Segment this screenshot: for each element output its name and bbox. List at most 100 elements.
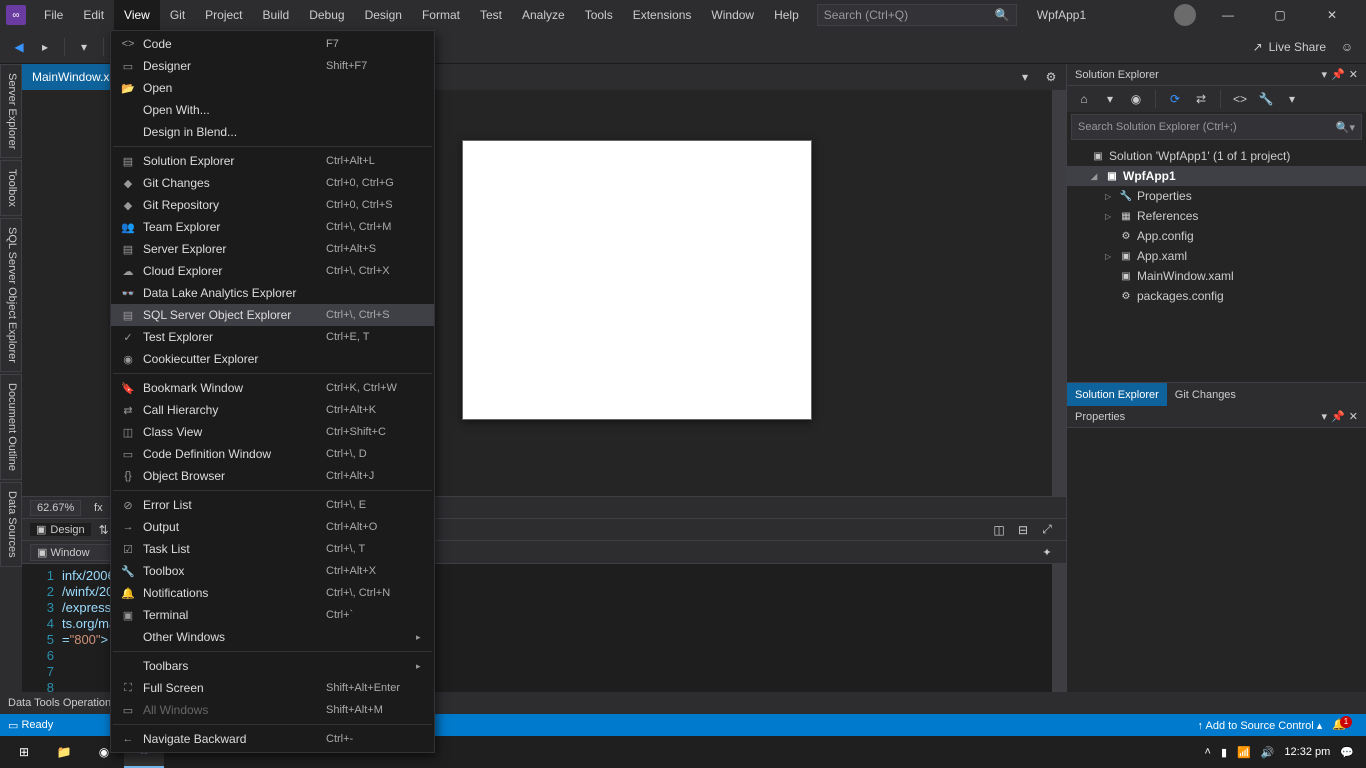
menu-item[interactable]: 🔧ToolboxCtrl+Alt+X bbox=[111, 560, 434, 582]
show-icon[interactable]: ◉ bbox=[1125, 88, 1147, 110]
refresh-icon[interactable]: ⟳ bbox=[1164, 88, 1186, 110]
start-menu-button[interactable]: ⊞ bbox=[4, 736, 44, 768]
close-button[interactable]: ✕ bbox=[1312, 0, 1352, 30]
pin-icon[interactable]: 📌 bbox=[1331, 68, 1345, 81]
menu-item[interactable]: ◫Class ViewCtrl+Shift+C bbox=[111, 421, 434, 443]
menu-analyze[interactable]: Analyze bbox=[512, 0, 575, 30]
menu-tools[interactable]: Tools bbox=[575, 0, 623, 30]
sync-icon[interactable]: ⇄ bbox=[1190, 88, 1212, 110]
menu-item[interactable]: ☑Task ListCtrl+\, T bbox=[111, 538, 434, 560]
split-icon[interactable]: ◫ bbox=[988, 519, 1010, 541]
menu-build[interactable]: Build bbox=[253, 0, 300, 30]
menu-file[interactable]: File bbox=[34, 0, 73, 30]
code-icon[interactable]: <> bbox=[1229, 88, 1251, 110]
tree-item[interactable]: ◢▣WpfApp1 bbox=[1067, 166, 1366, 186]
nav-back-icon[interactable]: ◀ bbox=[8, 36, 30, 58]
expand-icon[interactable]: ⤢ bbox=[1036, 519, 1058, 541]
menu-project[interactable]: Project bbox=[195, 0, 252, 30]
swap-icon[interactable]: ⇅ bbox=[99, 523, 109, 537]
menu-item[interactable]: ▤Solution ExplorerCtrl+Alt+L bbox=[111, 150, 434, 172]
tab-git-changes[interactable]: Git Changes bbox=[1167, 383, 1244, 407]
wifi-icon[interactable]: 📶 bbox=[1237, 746, 1251, 759]
menu-test[interactable]: Test bbox=[470, 0, 512, 30]
close-icon[interactable]: ✕ bbox=[1349, 410, 1358, 423]
menu-item[interactable]: ✓Test ExplorerCtrl+E, T bbox=[111, 326, 434, 348]
collapse-icon[interactable]: ▾ bbox=[1099, 88, 1121, 110]
menu-item[interactable]: ☁Cloud ExplorerCtrl+\, Ctrl+X bbox=[111, 260, 434, 282]
menu-item[interactable]: ⛶Full ScreenShift+Alt+Enter bbox=[111, 677, 434, 699]
tab-design[interactable]: ▣ Design bbox=[30, 523, 91, 536]
scrollbar[interactable] bbox=[1052, 90, 1066, 496]
explorer-icon[interactable]: 📁 bbox=[44, 736, 84, 768]
pin-icon[interactable]: 📌 bbox=[1331, 410, 1345, 423]
rail-tab[interactable]: Data Sources bbox=[0, 482, 22, 567]
tree-item[interactable]: ▷▦References bbox=[1067, 206, 1366, 226]
tab-solution-explorer[interactable]: Solution Explorer bbox=[1067, 383, 1167, 407]
tab-dropdown-icon[interactable]: ▾ bbox=[1014, 66, 1036, 88]
tree-item[interactable]: ▷▣App.xaml bbox=[1067, 246, 1366, 266]
menu-design[interactable]: Design bbox=[355, 0, 412, 30]
menu-item[interactable]: 🔔NotificationsCtrl+\, Ctrl+N bbox=[111, 582, 434, 604]
battery-icon[interactable]: ▮ bbox=[1221, 746, 1227, 759]
menu-item[interactable]: ◆Git RepositoryCtrl+0, Ctrl+S bbox=[111, 194, 434, 216]
tree-item[interactable]: ⚙App.config bbox=[1067, 226, 1366, 246]
chevron-down-icon[interactable]: ▾ bbox=[1281, 88, 1303, 110]
home-icon[interactable]: ⌂ bbox=[1073, 88, 1095, 110]
menu-item[interactable]: ←Navigate BackwardCtrl+- bbox=[111, 728, 434, 750]
maximize-button[interactable]: ▢ bbox=[1260, 0, 1300, 30]
menu-item[interactable]: ▤SQL Server Object ExplorerCtrl+\, Ctrl+… bbox=[111, 304, 434, 326]
menu-item[interactable]: ▭DesignerShift+F7 bbox=[111, 55, 434, 77]
tree-item[interactable]: ▣MainWindow.xaml bbox=[1067, 266, 1366, 286]
split-icon[interactable]: ⊟ bbox=[1012, 519, 1034, 541]
dropdown-icon[interactable]: ▾ bbox=[1322, 410, 1328, 423]
menu-extensions[interactable]: Extensions bbox=[623, 0, 702, 30]
volume-icon[interactable]: 🔊 bbox=[1261, 746, 1275, 759]
rail-tab[interactable]: Server Explorer bbox=[0, 64, 22, 158]
menu-item[interactable]: 📂Open bbox=[111, 77, 434, 99]
menu-window[interactable]: Window bbox=[701, 0, 764, 30]
clock[interactable]: 12:32 pm bbox=[1284, 746, 1330, 758]
menu-view[interactable]: View bbox=[114, 0, 160, 30]
menu-edit[interactable]: Edit bbox=[73, 0, 114, 30]
menu-item[interactable]: {}Object BrowserCtrl+Alt+J bbox=[111, 465, 434, 487]
menu-item[interactable]: Other Windows▸ bbox=[111, 626, 434, 648]
search-input[interactable]: Search (Ctrl+Q) 🔍 bbox=[817, 4, 1017, 26]
live-share-button[interactable]: ↗ Live Share bbox=[1253, 40, 1332, 54]
tree-item[interactable]: ▷🔧Properties bbox=[1067, 186, 1366, 206]
tree-item[interactable]: ⚙packages.config bbox=[1067, 286, 1366, 306]
menu-item[interactable]: ◉Cookiecutter Explorer bbox=[111, 348, 434, 370]
notifications-button[interactable]: 🔔1 bbox=[1332, 718, 1358, 732]
rail-tab[interactable]: SQL Server Object Explorer bbox=[0, 218, 22, 372]
menu-item[interactable]: →OutputCtrl+Alt+O bbox=[111, 516, 434, 538]
tray-up-icon[interactable]: ˄ bbox=[1205, 746, 1211, 758]
new-icon[interactable]: ▾ bbox=[73, 36, 95, 58]
feedback-icon[interactable]: ☺ bbox=[1336, 36, 1358, 58]
solution-search[interactable]: Search Solution Explorer (Ctrl+;) 🔍▾ bbox=[1071, 114, 1362, 140]
menu-item[interactable]: Toolbars▸ bbox=[111, 655, 434, 677]
menu-item[interactable]: Design in Blend... bbox=[111, 121, 434, 143]
menu-item[interactable]: ⊘Error ListCtrl+\, E bbox=[111, 494, 434, 516]
menu-item[interactable]: ◆Git ChangesCtrl+0, Ctrl+G bbox=[111, 172, 434, 194]
menu-git[interactable]: Git bbox=[160, 0, 195, 30]
wrench-icon[interactable]: 🔧 bbox=[1255, 88, 1277, 110]
minimize-button[interactable]: — bbox=[1208, 0, 1248, 30]
notification-center-icon[interactable]: 💬 bbox=[1340, 746, 1354, 759]
dropdown-icon[interactable]: ▾ bbox=[1322, 68, 1328, 81]
split-icon[interactable]: ✦ bbox=[1036, 541, 1058, 563]
user-avatar[interactable] bbox=[1174, 4, 1196, 26]
menu-item[interactable]: 👥Team ExplorerCtrl+\, Ctrl+M bbox=[111, 216, 434, 238]
nav-fwd-icon[interactable]: ▸ bbox=[34, 36, 56, 58]
menu-item[interactable]: Open With... bbox=[111, 99, 434, 121]
menu-item[interactable]: ▤Server ExplorerCtrl+Alt+S bbox=[111, 238, 434, 260]
window-preview[interactable] bbox=[462, 140, 812, 420]
menu-item[interactable]: 👓Data Lake Analytics Explorer bbox=[111, 282, 434, 304]
menu-debug[interactable]: Debug bbox=[299, 0, 354, 30]
close-icon[interactable]: ✕ bbox=[1349, 68, 1358, 81]
tree-item[interactable]: ▣Solution 'WpfApp1' (1 of 1 project) bbox=[1067, 146, 1366, 166]
zoom-combo[interactable]: 62.67% bbox=[30, 500, 81, 516]
rail-tab[interactable]: Document Outline bbox=[0, 374, 22, 480]
menu-item[interactable]: <>CodeF7 bbox=[111, 33, 434, 55]
fit-icon[interactable]: fx bbox=[87, 497, 109, 519]
menu-format[interactable]: Format bbox=[412, 0, 470, 30]
gear-icon[interactable]: ⚙ bbox=[1040, 66, 1062, 88]
